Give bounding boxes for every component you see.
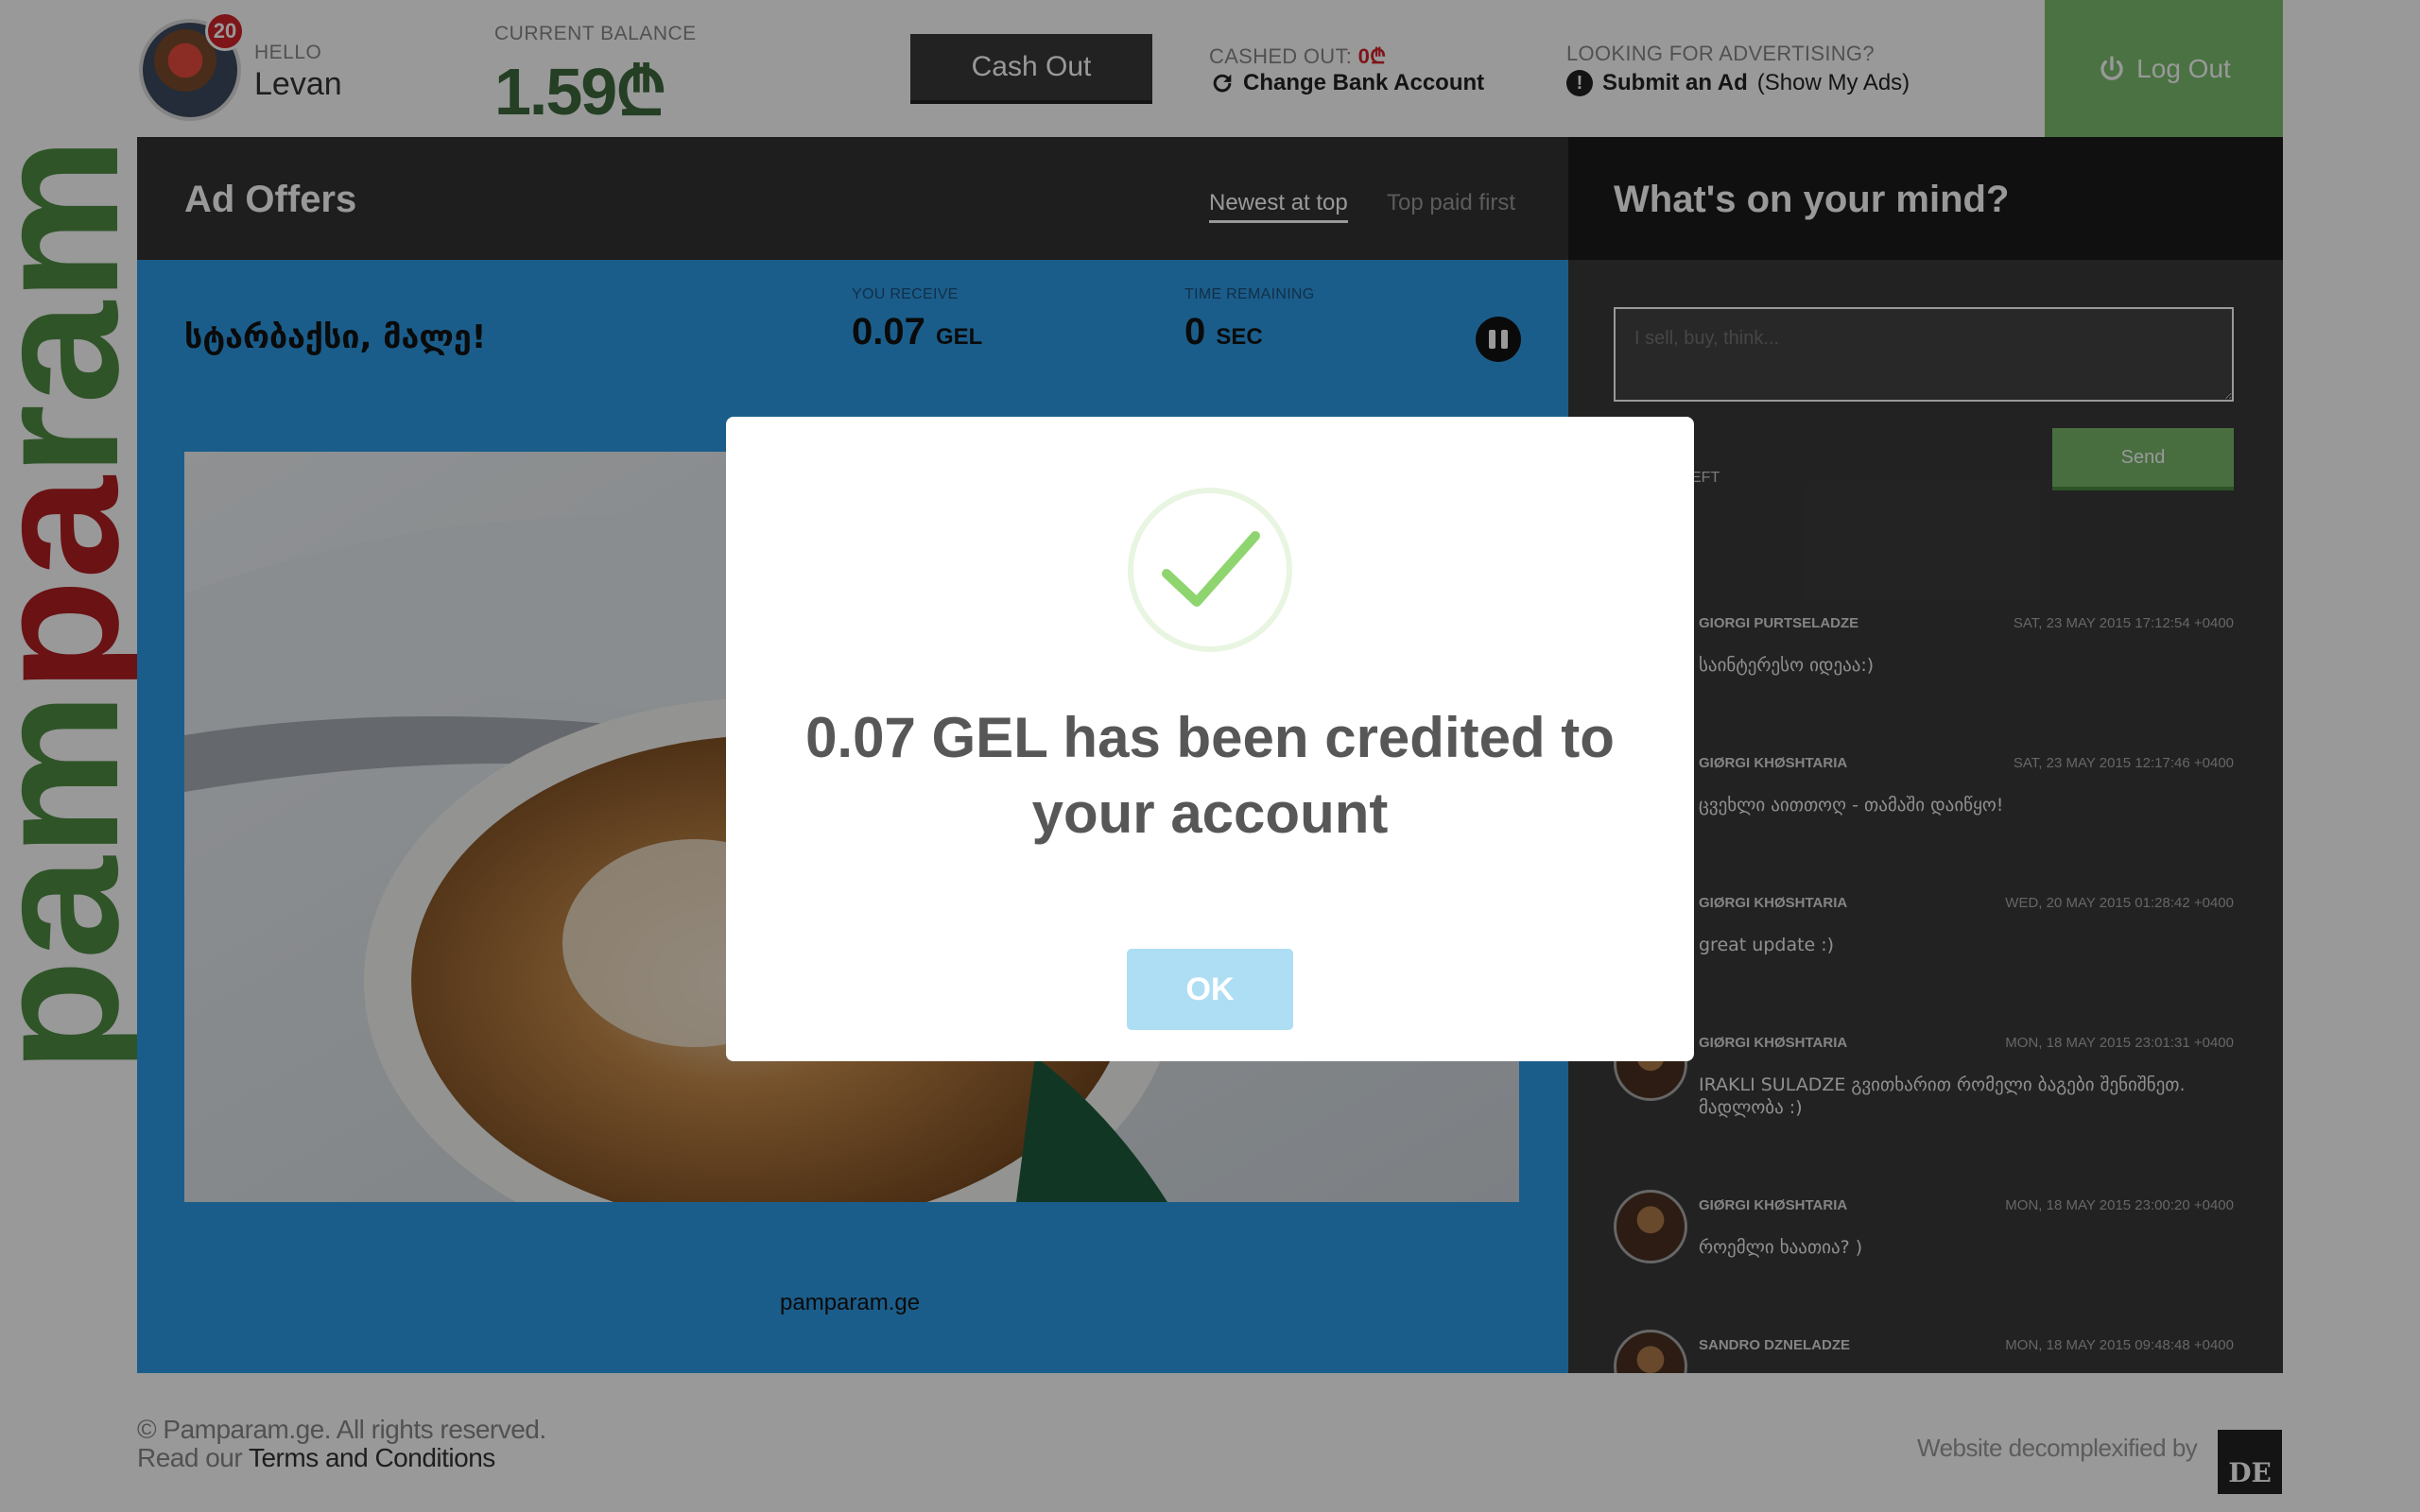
checkmark-icon bbox=[1128, 488, 1292, 652]
success-modal: 0.07 GEL has been credited to your accou… bbox=[726, 417, 1694, 1061]
modal-message: 0.07 GEL has been credited to your accou… bbox=[805, 706, 1615, 845]
ok-button[interactable]: OK bbox=[1127, 949, 1293, 1030]
